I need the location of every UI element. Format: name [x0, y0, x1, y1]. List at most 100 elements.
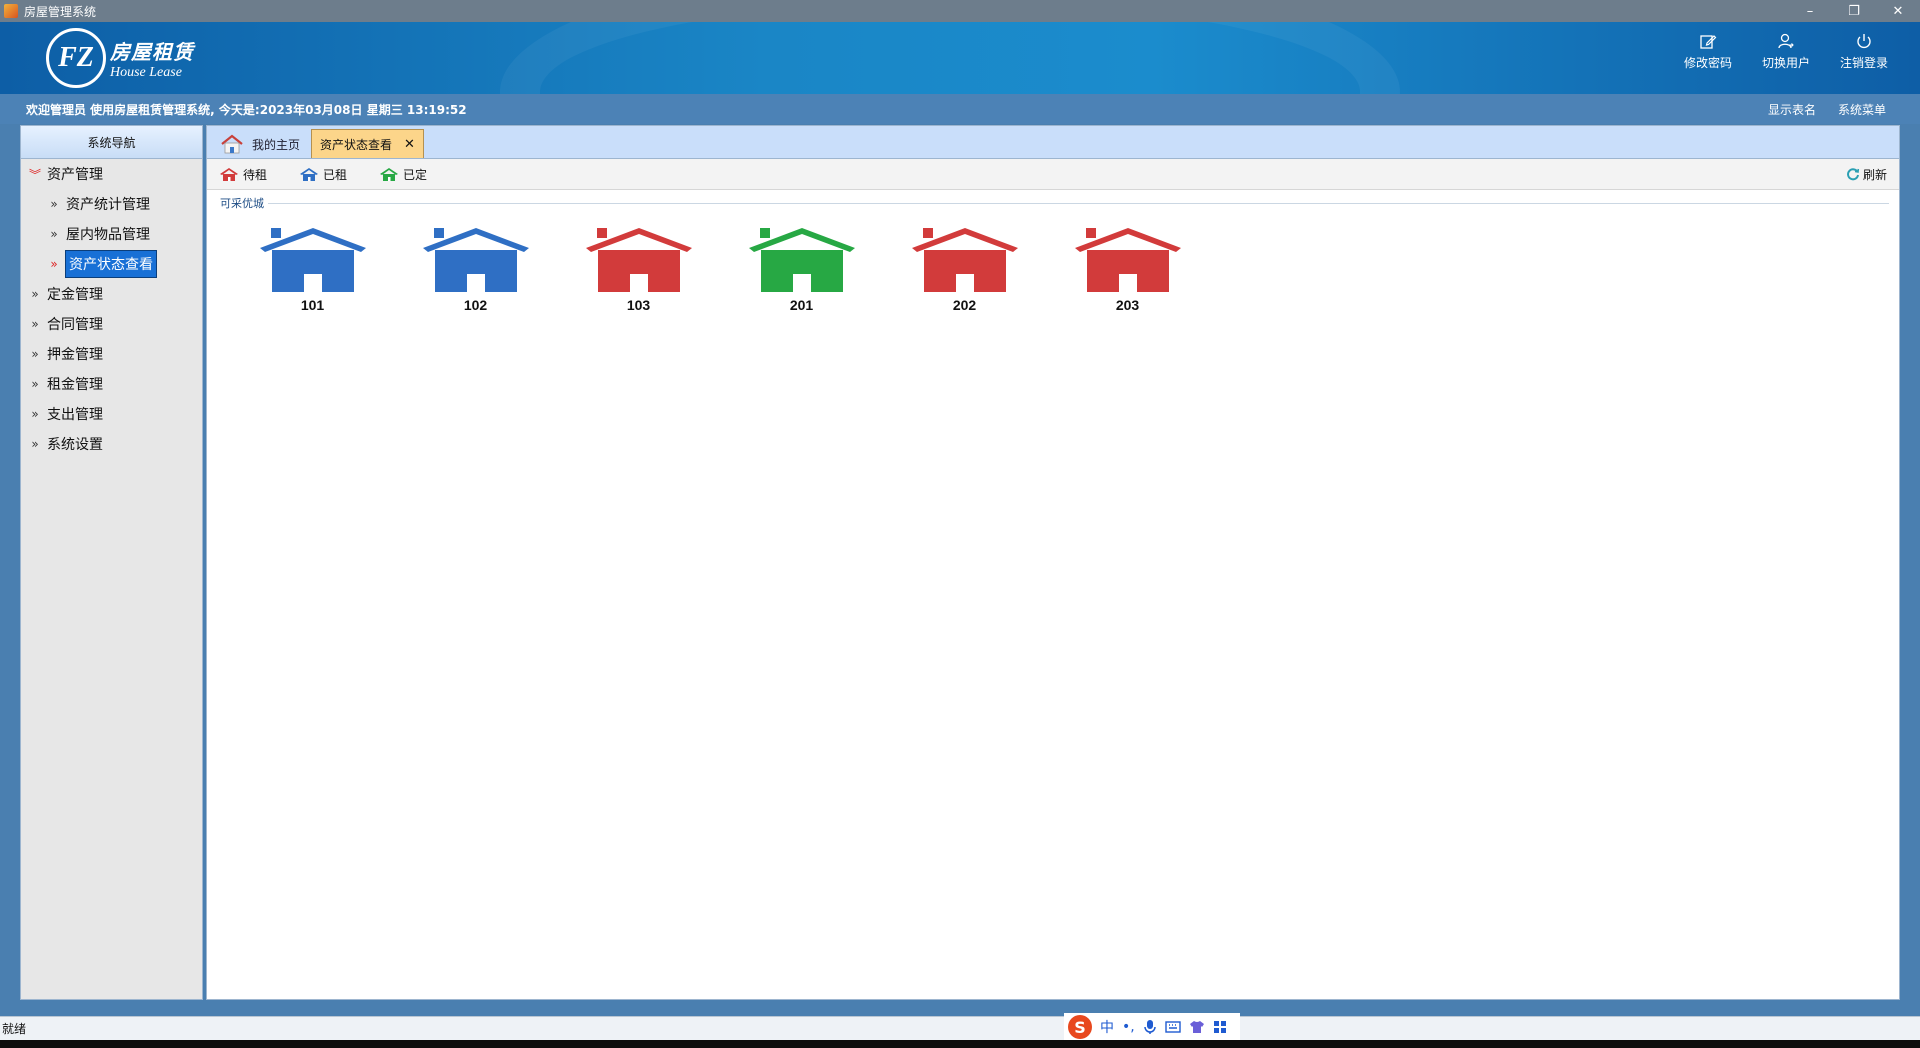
logout-label: 注销登录 — [1839, 56, 1888, 70]
house-number: 203 — [1115, 297, 1140, 313]
chevron-right-icon: » — [50, 197, 58, 211]
sidebar-item-system-settings[interactable]: » 系统设置 — [21, 429, 202, 459]
system-menu-link[interactable]: 系统菜单 — [1838, 101, 1886, 118]
os-taskbar — [0, 1040, 1920, 1048]
group-divider — [220, 203, 1889, 204]
tab-home[interactable]: 我的主页 — [211, 129, 309, 158]
sidebar-item-label: 系统设置 — [47, 437, 103, 453]
sidebar-title: 系统导航 — [21, 126, 202, 159]
legend-vacant[interactable]: 待租 — [219, 166, 267, 183]
skin-icon[interactable] — [1189, 1020, 1205, 1034]
header-banner: FZ 房屋租赁 House Lease 修改密码 切换用户 注销登录 — [0, 22, 1920, 94]
refresh-label: 刷新 — [1862, 167, 1887, 182]
chevron-right-icon: » — [50, 257, 58, 271]
house-icon — [585, 228, 692, 292]
sidebar-item-asset-statistics[interactable]: » 资产统计管理 — [21, 189, 202, 219]
sidebar-item-room-items[interactable]: » 屋内物品管理 — [21, 219, 202, 249]
banner-decoration — [500, 22, 1400, 94]
show-table-names-link[interactable]: 显示表名 — [1768, 101, 1816, 118]
tab-asset-status[interactable]: 资产状态查看 ✕ — [311, 129, 424, 158]
house-tile[interactable]: 102 — [394, 226, 557, 313]
property-group-label: 可采优城 — [220, 195, 268, 211]
house-tile[interactable]: 202 — [883, 226, 1046, 313]
logo-mark: FZ — [46, 28, 106, 88]
sidebar-item-label: 支出管理 — [47, 407, 103, 423]
house-icon — [1074, 228, 1181, 292]
tab-bar: 我的主页 资产状态查看 ✕ — [207, 126, 1899, 159]
window-controls: – ❐ ✕ — [1788, 0, 1920, 22]
chevron-right-icon: » — [31, 377, 39, 391]
restore-button[interactable]: ❐ — [1832, 0, 1876, 22]
microphone-icon[interactable] — [1143, 1019, 1157, 1035]
chevron-right-icon: » — [31, 347, 39, 361]
legend-rented[interactable]: 已租 — [299, 166, 347, 183]
ime-mode[interactable]: 中 — [1100, 1017, 1114, 1037]
chevron-right-icon: » — [31, 317, 39, 331]
legend-reserved[interactable]: 已定 — [379, 166, 427, 183]
house-number: 201 — [789, 297, 814, 313]
refresh-button[interactable]: 刷新 — [1846, 166, 1887, 183]
chevron-right-icon: » — [50, 227, 58, 241]
logout-button[interactable]: 注销登录 — [1838, 32, 1890, 71]
house-icon-rented — [300, 168, 319, 181]
sidebar-item-rent-management[interactable]: » 租金管理 — [21, 369, 202, 399]
sidebar-item-deposit-management[interactable]: » 定金管理 — [21, 279, 202, 309]
close-window-button[interactable]: ✕ — [1876, 0, 1920, 22]
sidebar-item-asset-management[interactable]: ︾ 资产管理 — [21, 159, 202, 189]
sidebar-item-label: 资产管理 — [47, 167, 103, 183]
window-title-bar: 房屋管理系统 – ❐ ✕ — [0, 0, 1920, 22]
ime-punctuation[interactable]: •, — [1122, 1019, 1135, 1035]
sidebar-item-label: 资产状态查看 — [65, 250, 157, 278]
house-icon — [748, 228, 855, 292]
minimize-button[interactable]: – — [1788, 0, 1832, 22]
switch-user-label: 切换用户 — [1761, 56, 1810, 70]
status-text: 就绪 — [2, 1022, 27, 1036]
legend-reserved-label: 已定 — [403, 167, 428, 182]
house-tile[interactable]: 201 — [720, 226, 883, 313]
refresh-icon — [1847, 168, 1860, 181]
house-icon-vacant — [220, 168, 238, 181]
house-tile[interactable]: 101 — [231, 226, 394, 313]
house-icon-reserved — [380, 168, 399, 181]
chevron-down-icon: ︾ — [28, 167, 41, 182]
sidebar-item-expense-management[interactable]: » 支出管理 — [21, 399, 202, 429]
logo-cn-text: 房屋租赁 — [110, 39, 194, 64]
sidebar-item-label: 合同管理 — [47, 317, 103, 333]
house-tile[interactable]: 203 — [1046, 226, 1209, 313]
house-tile[interactable]: 103 — [557, 226, 720, 313]
welcome-text: 欢迎管理员 使用房屋租赁管理系统, 今天是:2023年03月08日 星期三 13… — [26, 102, 467, 117]
welcome-links: 显示表名 系统菜单 — [1768, 101, 1920, 118]
user-switch-icon — [1778, 33, 1794, 49]
chevron-right-icon: » — [31, 437, 39, 451]
tab-asset-status-label: 资产状态查看 — [320, 137, 393, 152]
change-password-label: 修改密码 — [1683, 56, 1732, 70]
house-number: 101 — [300, 297, 325, 313]
app-logo: FZ 房屋租赁 House Lease — [46, 28, 194, 88]
main-panel: 我的主页 资产状态查看 ✕ 待租 已租 已定 刷新 可采优城 101 102 103… — [206, 125, 1900, 1000]
house-number: 102 — [463, 297, 488, 313]
house-number: 103 — [626, 297, 651, 313]
welcome-bar: 欢迎管理员 使用房屋租赁管理系统, 今天是:2023年03月08日 星期三 13… — [0, 94, 1920, 124]
keyboard-icon[interactable] — [1165, 1021, 1181, 1033]
sidebar-item-asset-status[interactable]: » 资产状态查看 — [21, 249, 202, 279]
window-title: 房屋管理系统 — [24, 4, 97, 19]
tab-home-label: 我的主页 — [252, 137, 301, 152]
home-icon — [221, 134, 243, 154]
sogou-logo-icon[interactable]: S — [1068, 1015, 1092, 1039]
legend-rented-label: 已租 — [323, 167, 348, 182]
sidebar-item-security-deposit[interactable]: » 押金管理 — [21, 339, 202, 369]
switch-user-button[interactable]: 切换用户 — [1760, 32, 1812, 71]
legend-toolbar: 待租 已租 已定 刷新 — [207, 159, 1899, 190]
chevron-right-icon: » — [31, 407, 39, 421]
house-grid: 101 102 103 201 202 203 — [231, 226, 1209, 313]
change-password-button[interactable]: 修改密码 — [1682, 32, 1734, 71]
sidebar-item-contract-management[interactable]: » 合同管理 — [21, 309, 202, 339]
power-icon — [1857, 34, 1871, 49]
house-icon — [259, 228, 366, 292]
toolbox-icon[interactable] — [1213, 1020, 1227, 1034]
edit-icon — [1700, 35, 1717, 49]
logo-en-text: House Lease — [110, 64, 182, 80]
close-tab-icon[interactable]: ✕ — [404, 137, 415, 152]
house-number: 202 — [952, 297, 977, 313]
house-icon — [911, 228, 1018, 292]
